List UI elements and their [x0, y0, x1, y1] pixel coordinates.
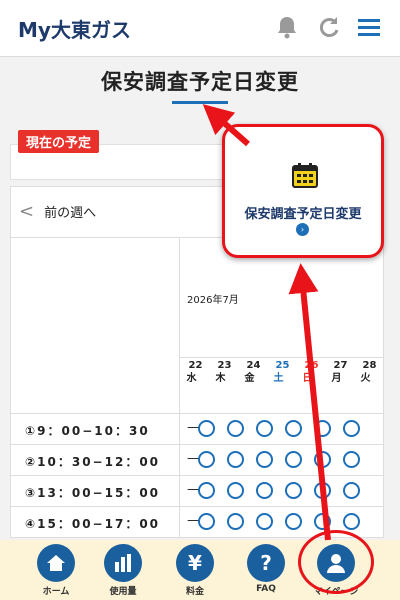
time-slot-label: ③13：00−15：00: [25, 486, 161, 500]
time-slot-label: ②10：30−12：00: [25, 455, 161, 469]
time-slot-label: ①9：00−10：30: [25, 424, 150, 438]
app-title: My大東ガス: [18, 18, 131, 42]
question-icon: ?: [247, 544, 285, 582]
schedule-change-button[interactable]: 保安調査予定日変更 ›: [222, 124, 384, 258]
calendar-day-header: 26 日: [293, 359, 322, 385]
available-slot-button[interactable]: [227, 451, 244, 468]
nav-label: FAQ: [256, 584, 276, 594]
available-slot-button[interactable]: [285, 513, 302, 530]
yen-icon: ¥: [176, 544, 214, 582]
day-weekday: 木: [215, 373, 226, 384]
divider: [179, 357, 383, 358]
available-slot-button[interactable]: [227, 482, 244, 499]
day-date: 22: [188, 360, 203, 371]
available-slot-button[interactable]: [198, 451, 215, 468]
available-slot-button[interactable]: [314, 513, 331, 530]
time-slot-row: ①9：00−10：30—: [11, 413, 383, 444]
available-slot-button[interactable]: [314, 451, 331, 468]
nav-label: 使用量: [109, 587, 137, 597]
available-slot-button[interactable]: [285, 420, 302, 437]
day-weekday: 金: [244, 373, 255, 384]
day-date: 26: [304, 360, 319, 371]
page-title: 保安調査予定日変更: [101, 70, 299, 94]
available-slot-button[interactable]: [285, 451, 302, 468]
calendar-day-header: 27 月: [322, 359, 351, 385]
calendar-month: 2026年7月: [187, 295, 239, 306]
day-weekday: 土: [273, 373, 284, 384]
app-header: My大東ガス: [0, 0, 400, 57]
prev-week-button[interactable]: < 前の週へ: [19, 201, 96, 222]
available-slot-button[interactable]: [227, 513, 244, 530]
nav-label: ホーム: [42, 587, 70, 597]
chevron-right-icon: ›: [296, 223, 309, 236]
chevron-left-icon: <: [19, 201, 35, 222]
available-slot-button[interactable]: [198, 420, 215, 437]
nav-item-bar-chart[interactable]: 使用量: [93, 544, 153, 597]
available-slot-button[interactable]: [256, 451, 273, 468]
available-slot-button[interactable]: [314, 482, 331, 499]
available-slot-button[interactable]: [343, 420, 360, 437]
time-slot-row: ③13：00−15：00—: [11, 475, 383, 506]
day-date: 28: [362, 360, 377, 371]
prev-week-label: 前の週へ: [44, 206, 97, 221]
time-slot-label: ④15：00−17：00: [25, 517, 161, 531]
day-date: 24: [246, 360, 261, 371]
calendar-day-header: 25 土: [264, 359, 293, 385]
calendar-day-header: 22 水: [177, 359, 206, 385]
available-slot-button[interactable]: [198, 513, 215, 530]
day-date: 27: [333, 360, 348, 371]
day-weekday: 火: [360, 373, 371, 384]
available-slot-button[interactable]: [285, 482, 302, 499]
available-slot-button[interactable]: [227, 420, 244, 437]
time-slot-row: ②10：30−12：00—: [11, 444, 383, 475]
bar-chart-icon: [104, 544, 142, 582]
nav-item-yen[interactable]: ¥ 料金: [165, 544, 225, 597]
refresh-icon[interactable]: [316, 14, 342, 40]
day-weekday: 水: [186, 373, 197, 384]
calendar-day-header: 23 木: [206, 359, 235, 385]
menu-icon[interactable]: [356, 14, 382, 40]
available-slot-button[interactable]: [256, 482, 273, 499]
nav-item-question[interactable]: ? FAQ: [236, 544, 296, 594]
day-weekday: 日: [302, 373, 313, 384]
available-slot-button[interactable]: [198, 482, 215, 499]
mypage-highlight-ring: [298, 530, 374, 594]
schedule-change-label: 保安調査予定日変更: [244, 207, 362, 222]
current-schedule-badge: 現在の予定: [18, 130, 100, 153]
available-slot-button[interactable]: [343, 482, 360, 499]
nav-label: 料金: [185, 587, 204, 597]
calendar-icon: [292, 163, 318, 188]
title-underline: [172, 101, 228, 104]
day-date: 23: [217, 360, 232, 371]
nav-item-home[interactable]: ホーム: [26, 544, 86, 597]
day-weekday: 月: [331, 373, 342, 384]
available-slot-button[interactable]: [314, 420, 331, 437]
bell-icon[interactable]: [274, 14, 300, 40]
home-icon: [37, 544, 75, 582]
available-slot-button[interactable]: [256, 513, 273, 530]
available-slot-button[interactable]: [343, 451, 360, 468]
available-slot-button[interactable]: [343, 513, 360, 530]
available-slot-button[interactable]: [256, 420, 273, 437]
calendar-day-header: 28 火: [351, 359, 380, 385]
calendar-day-header: 24 金: [235, 359, 264, 385]
day-date: 25: [275, 360, 290, 371]
